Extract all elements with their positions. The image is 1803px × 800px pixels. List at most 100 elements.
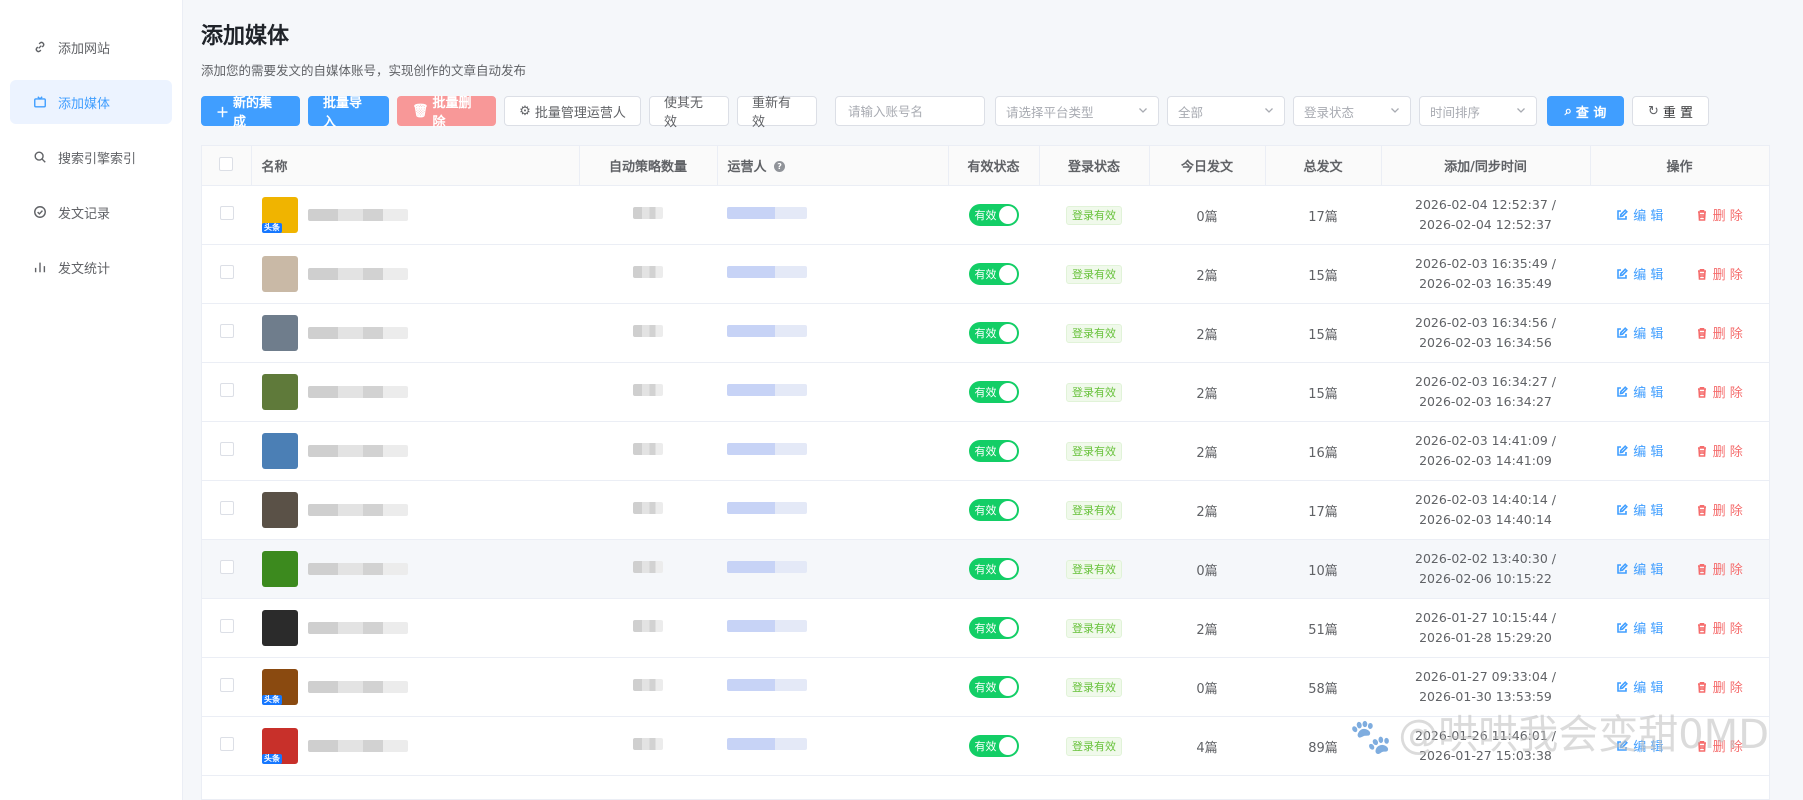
delete-button[interactable]: 删 除 — [1696, 205, 1743, 224]
edit-button[interactable]: 编 辑 — [1616, 559, 1663, 578]
row-checkbox[interactable] — [219, 678, 234, 692]
delete-button[interactable]: 删 除 — [1696, 677, 1743, 696]
col-time: 添加/同步时间 — [1381, 146, 1591, 186]
row-checkbox[interactable] — [219, 560, 234, 574]
sidebar-item-post-records[interactable]: 发文记录 — [10, 190, 172, 234]
delete-button[interactable]: 删 除 — [1696, 559, 1743, 578]
login-status-tag: 登录有效 — [1066, 618, 1122, 638]
link-icon — [32, 39, 48, 55]
avatar — [262, 610, 298, 646]
valid-status-switch[interactable]: 有效 — [968, 204, 1019, 226]
row-checkbox[interactable] — [219, 383, 234, 397]
avatar — [262, 492, 298, 528]
login-status-tag: 登录有效 — [1066, 441, 1122, 461]
valid-status-switch[interactable]: 有效 — [968, 263, 1019, 285]
delete-button[interactable]: 删 除 — [1696, 382, 1743, 401]
edit-button[interactable]: 编 辑 — [1616, 323, 1663, 342]
delete-button[interactable]: 删 除 — [1696, 264, 1743, 283]
sidebar-item-label: 添加媒体 — [58, 96, 111, 112]
row-checkbox[interactable] — [219, 442, 234, 456]
login-status-select[interactable]: 登录状态 — [1293, 96, 1411, 126]
account-name-redacted — [308, 209, 408, 221]
delete-button[interactable]: 删 除 — [1696, 736, 1743, 755]
new-integration-button[interactable]: ＋新的集成 — [201, 96, 300, 130]
batch-manage-operator-button[interactable]: ⚙ 批量管理运营人 — [504, 96, 641, 126]
platform-type-select[interactable]: 请选择平台类型 — [995, 96, 1159, 126]
valid-status-switch[interactable]: 有效 — [968, 499, 1019, 521]
col-login-status: 登录状态 — [1039, 146, 1150, 186]
make-invalid-button[interactable]: 使其无效 — [649, 96, 729, 130]
valid-status-switch[interactable]: 有效 — [968, 676, 1019, 698]
sidebar-item-post-stats[interactable]: 发文统计 — [10, 245, 172, 289]
page-title: 添加媒体 — [201, 24, 290, 49]
table-row: 有效 登录有效 2篇 16篇 2026-02-03 14:41:09 /2026… — [202, 421, 1769, 481]
row-checkbox[interactable] — [219, 501, 234, 515]
valid-status-switch[interactable]: 有效 — [968, 617, 1019, 639]
strategy-count-redacted — [633, 207, 663, 219]
batch-delete-button[interactable]: 🗑 批量删除 — [397, 96, 496, 130]
operator-redacted — [727, 738, 807, 750]
toolbar: ＋新的集成 批量导入 🗑批量删除 ⚙批量管理运营人 使其无效 重新有效 请选择平… — [201, 96, 1717, 130]
valid-status-switch[interactable]: 有效 — [968, 322, 1019, 344]
sidebar-item-search-index[interactable]: 搜索引擎索引 — [10, 135, 172, 179]
sidebar-item-add-media[interactable]: 添加媒体 — [10, 80, 172, 124]
edit-button[interactable]: 编 辑 — [1616, 264, 1663, 283]
chevron-down-icon — [1265, 108, 1273, 113]
row-checkbox[interactable] — [219, 324, 234, 338]
table-row: 有效 登录有效 2篇 15篇 2026-02-03 16:34:56 /2026… — [202, 303, 1769, 363]
edit-icon — [1617, 503, 1629, 515]
question-icon[interactable]: ? — [774, 161, 786, 172]
row-checkbox[interactable] — [219, 206, 234, 220]
delete-button[interactable]: 删 除 — [1696, 441, 1743, 460]
today-posts: 0篇 — [1149, 185, 1265, 245]
trash-icon — [1697, 681, 1706, 693]
total-posts: 16篇 — [1265, 421, 1381, 481]
row-checkbox[interactable] — [219, 737, 234, 751]
query-button[interactable]: ⌕ 查 询 — [1547, 96, 1624, 126]
edit-button[interactable]: 编 辑 — [1616, 618, 1663, 637]
row-checkbox[interactable] — [219, 619, 234, 633]
today-posts: 2篇 — [1149, 598, 1265, 658]
operator-redacted — [727, 561, 807, 573]
time-sort-select[interactable]: 时间排序 — [1419, 96, 1537, 126]
edit-button[interactable]: 编 辑 — [1616, 205, 1663, 224]
valid-status-switch[interactable]: 有效 — [968, 558, 1019, 580]
account-input[interactable] — [846, 102, 974, 120]
time-cell: 2026-01-27 09:33:04 /2026-01-30 13:53:59 — [1415, 669, 1556, 704]
table-row: 有效 登录有效 2篇 51篇 2026-01-27 10:15:44 /2026… — [202, 598, 1769, 658]
row-checkbox[interactable] — [219, 265, 234, 279]
delete-button[interactable]: 删 除 — [1696, 323, 1743, 342]
reset-button[interactable]: ↻ 重 置 — [1632, 96, 1709, 126]
delete-button[interactable]: 删 除 — [1696, 618, 1743, 637]
edit-button[interactable]: 编 辑 — [1616, 382, 1663, 401]
sidebar: 添加网站 添加媒体 搜索引擎索引 发文记录 发文统计 — [0, 0, 183, 800]
sidebar-item-label: 搜索引擎索引 — [58, 151, 137, 167]
status-select[interactable]: 全部 — [1167, 96, 1285, 126]
account-search-input[interactable] — [835, 96, 985, 126]
total-posts: 58篇 — [1265, 657, 1381, 717]
edit-icon — [1617, 562, 1629, 574]
edit-button[interactable]: 编 辑 — [1616, 500, 1663, 519]
edit-button[interactable]: 编 辑 — [1616, 441, 1663, 460]
valid-status-switch[interactable]: 有效 — [968, 440, 1019, 462]
revalidate-button[interactable]: 重新有效 — [737, 96, 817, 130]
delete-button[interactable]: 删 除 — [1696, 500, 1743, 519]
search-icon — [32, 149, 48, 165]
edit-button[interactable]: 编 辑 — [1616, 677, 1663, 696]
edit-icon — [1617, 680, 1629, 692]
valid-status-switch[interactable]: 有效 — [968, 735, 1019, 757]
select-all-checkbox[interactable] — [219, 156, 234, 171]
sidebar-item-add-website[interactable]: 添加网站 — [10, 25, 172, 69]
time-cell: 2026-02-03 16:35:49 /2026-02-03 16:35:49 — [1415, 256, 1556, 291]
strategy-count-redacted — [633, 738, 663, 750]
platform-badge: 头条 — [262, 754, 282, 764]
edit-button[interactable]: 编 辑 — [1616, 736, 1663, 755]
strategy-count-redacted — [633, 325, 663, 337]
strategy-count-redacted — [633, 266, 663, 278]
valid-status-switch[interactable]: 有效 — [968, 381, 1019, 403]
batch-import-button[interactable]: 批量导入 — [308, 96, 389, 130]
total-posts: 10篇 — [1265, 539, 1381, 599]
login-status-tag: 登录有效 — [1066, 736, 1122, 756]
platform-badge: 头条 — [262, 223, 282, 233]
search-icon: ⌕ — [1564, 103, 1572, 119]
